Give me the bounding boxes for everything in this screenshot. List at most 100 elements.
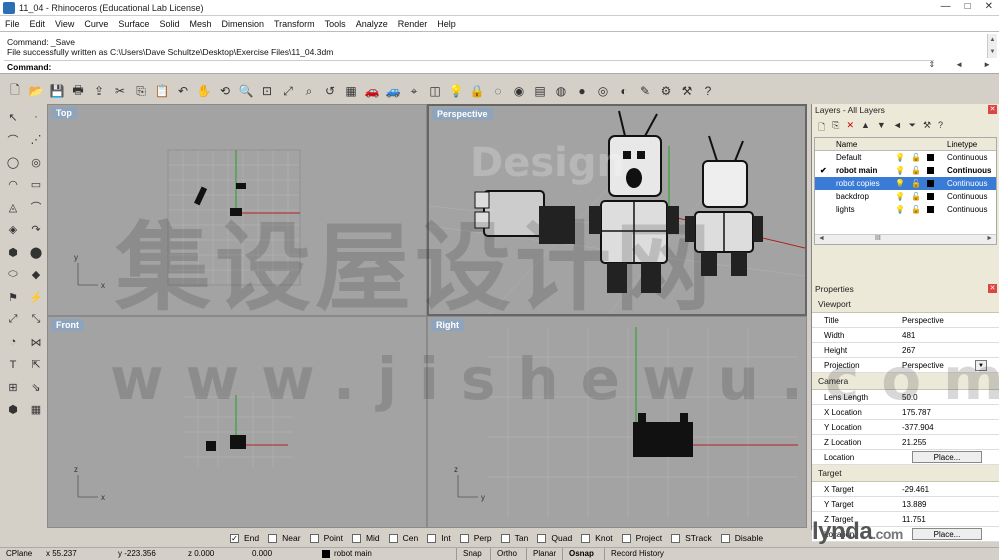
target-place-button[interactable]: Place... (912, 528, 982, 540)
layer-color-swatch[interactable] (926, 180, 934, 187)
four-viewports-icon[interactable]: ▦ (342, 82, 360, 100)
light-bulb-icon[interactable]: 💡 (447, 82, 465, 100)
left-tool-0-icon[interactable]: ↖ (2, 106, 24, 129)
import-icon[interactable]: ⇪ (90, 82, 108, 100)
viewport-right[interactable]: Right z y (427, 316, 807, 528)
lock-icon[interactable]: 🔓 (911, 151, 921, 164)
layer-row[interactable]: lights 💡 🔓 Continuous (815, 203, 996, 216)
status-record-history[interactable]: Record History (604, 548, 664, 560)
gear-icon[interactable]: ⚙ (657, 82, 675, 100)
osnap-disable[interactable]: Disable (720, 533, 763, 543)
help-icon[interactable]: ? (938, 120, 943, 130)
left-tool-14-icon[interactable]: ⬭ (2, 264, 24, 287)
left-tool-8-icon[interactable]: ◬ (2, 196, 24, 219)
layer-linetype[interactable]: Continuous (947, 164, 991, 177)
status-osnap[interactable]: Osnap (562, 548, 594, 560)
checkbox-icon[interactable] (671, 533, 681, 543)
left-tool-12-icon[interactable]: ⬢ (2, 241, 24, 264)
left-tool-18-icon[interactable]: ⤢ (2, 309, 24, 332)
lock-icon[interactable]: 🔓 (911, 190, 921, 203)
osnap-tan[interactable]: Tan (500, 533, 528, 543)
save-icon[interactable]: 💾 (48, 82, 66, 100)
checkbox-icon[interactable] (351, 533, 361, 543)
lock-icon[interactable]: 🔓 (911, 203, 921, 216)
properties-close-icon[interactable]: ✕ (988, 284, 997, 293)
paste-icon[interactable]: 📋 (153, 82, 171, 100)
left-tool-17-icon[interactable]: ⚡ (25, 286, 47, 309)
left-tool-10-icon[interactable]: ◈ (2, 219, 24, 242)
viewport-perspective[interactable]: Perspective (427, 104, 807, 316)
left-tool-22-icon[interactable]: T (2, 354, 24, 377)
left-tool-15-icon[interactable]: ◆ (25, 264, 47, 287)
prop-ytarget-row[interactable]: Y Target 13.889 (812, 497, 999, 512)
osnap-perp[interactable]: Perp (459, 533, 492, 543)
mesh-sphere-icon[interactable]: ◎ (594, 82, 612, 100)
maximize-button[interactable]: □ (965, 1, 971, 12)
checkbox-icon[interactable] (459, 533, 469, 543)
move-down-icon[interactable]: ▼ (877, 120, 886, 130)
layer-linetype[interactable]: Continuous (947, 177, 987, 190)
camera-place-button[interactable]: Place... (912, 451, 982, 463)
layers-hscrollbar[interactable]: ◄ III ► (815, 234, 996, 244)
move-left-icon[interactable]: ◄ (893, 120, 902, 130)
osnap-int[interactable]: Int (427, 533, 451, 543)
left-tool-16-icon[interactable]: ⚑ (2, 286, 24, 309)
layer-linetype[interactable]: Continuous (947, 203, 987, 216)
set-cplane-icon[interactable]: ⌖ (405, 82, 423, 100)
command-right-icon[interactable]: ► (983, 60, 991, 69)
viewport-top[interactable]: Top y x (47, 104, 427, 316)
new-file-icon[interactable]: 🗋 (6, 82, 24, 100)
undo-icon[interactable]: ↶ (174, 82, 192, 100)
menu-solid[interactable]: Solid (159, 19, 179, 29)
checkbox-icon[interactable] (500, 533, 510, 543)
light-bulb-icon[interactable]: 💡 (895, 190, 905, 203)
sphere-icon[interactable]: ● (573, 82, 591, 100)
osnap-strack[interactable]: STrack (671, 533, 712, 543)
lock-icon[interactable]: 🔒 (468, 82, 486, 100)
menu-analyze[interactable]: Analyze (356, 19, 388, 29)
prop-height-row[interactable]: Height 267 (812, 343, 999, 358)
checkbox-icon[interactable] (268, 533, 278, 543)
color-wheel-icon[interactable]: ◍ (552, 82, 570, 100)
layer-row[interactable]: backdrop 💡 🔓 Continuous (815, 190, 996, 203)
prop-yloc-row[interactable]: Y Location -377.904 (812, 420, 999, 435)
layer-color-swatch[interactable] (926, 167, 934, 174)
lock-icon[interactable]: 🔓 (911, 164, 921, 177)
pan-hand-icon[interactable]: ✋ (195, 82, 213, 100)
left-tool-26-icon[interactable]: ⬢ (2, 399, 24, 422)
print-icon[interactable]: 🖶 (69, 82, 87, 100)
checkbox-icon[interactable] (621, 533, 631, 543)
command-history-scrollbar[interactable]: ▲ ▼ (987, 34, 997, 58)
prop-title-row[interactable]: Title Perspective (812, 313, 999, 328)
options-icon[interactable]: ⚒ (678, 82, 696, 100)
left-tool-24-icon[interactable]: ⊞ (2, 376, 24, 399)
osnap-point[interactable]: Point (309, 533, 343, 543)
layer-color-swatch[interactable] (926, 206, 934, 213)
layer-icon[interactable]: ▤ (531, 82, 549, 100)
help-icon[interactable]: ? (699, 82, 717, 100)
command-resize-icon[interactable]: ⇕ (928, 60, 935, 69)
car-render-icon[interactable]: 🚙 (384, 82, 402, 100)
checkbox-icon[interactable] (720, 533, 730, 543)
zoom-icon[interactable]: 🔍 (237, 82, 255, 100)
checkbox-icon[interactable]: ✓ (230, 533, 239, 543)
osnap-quad[interactable]: Quad (537, 533, 572, 543)
prop-xtarget-row[interactable]: X Target -29.461 (812, 482, 999, 497)
light-bulb-icon[interactable]: 💡 (895, 164, 905, 177)
checkbox-icon[interactable] (427, 533, 437, 543)
left-tool-1-icon[interactable]: · (25, 106, 47, 129)
new-sublayer-icon[interactable]: ⎘ (832, 120, 839, 130)
menu-curve[interactable]: Curve (84, 19, 108, 29)
zoom-extents-icon[interactable]: ⤢ (279, 82, 297, 100)
checkbox-icon[interactable] (537, 533, 547, 543)
left-tool-13-icon[interactable]: ⬤ (25, 241, 47, 264)
prop-width-row[interactable]: Width 481 (812, 328, 999, 343)
osnap-near[interactable]: Near (268, 533, 301, 543)
copy-icon[interactable]: ⎘ (132, 82, 150, 100)
left-tool-2-icon[interactable]: ⌒ (2, 129, 24, 152)
prop-zloc-row[interactable]: Z Location 21.255 (812, 435, 999, 450)
show-icon[interactable]: ◉ (510, 82, 528, 100)
delete-layer-icon[interactable]: ✕ (846, 120, 854, 130)
left-tool-25-icon[interactable]: ⇘ (25, 376, 47, 399)
layer-color-swatch[interactable] (926, 154, 934, 161)
